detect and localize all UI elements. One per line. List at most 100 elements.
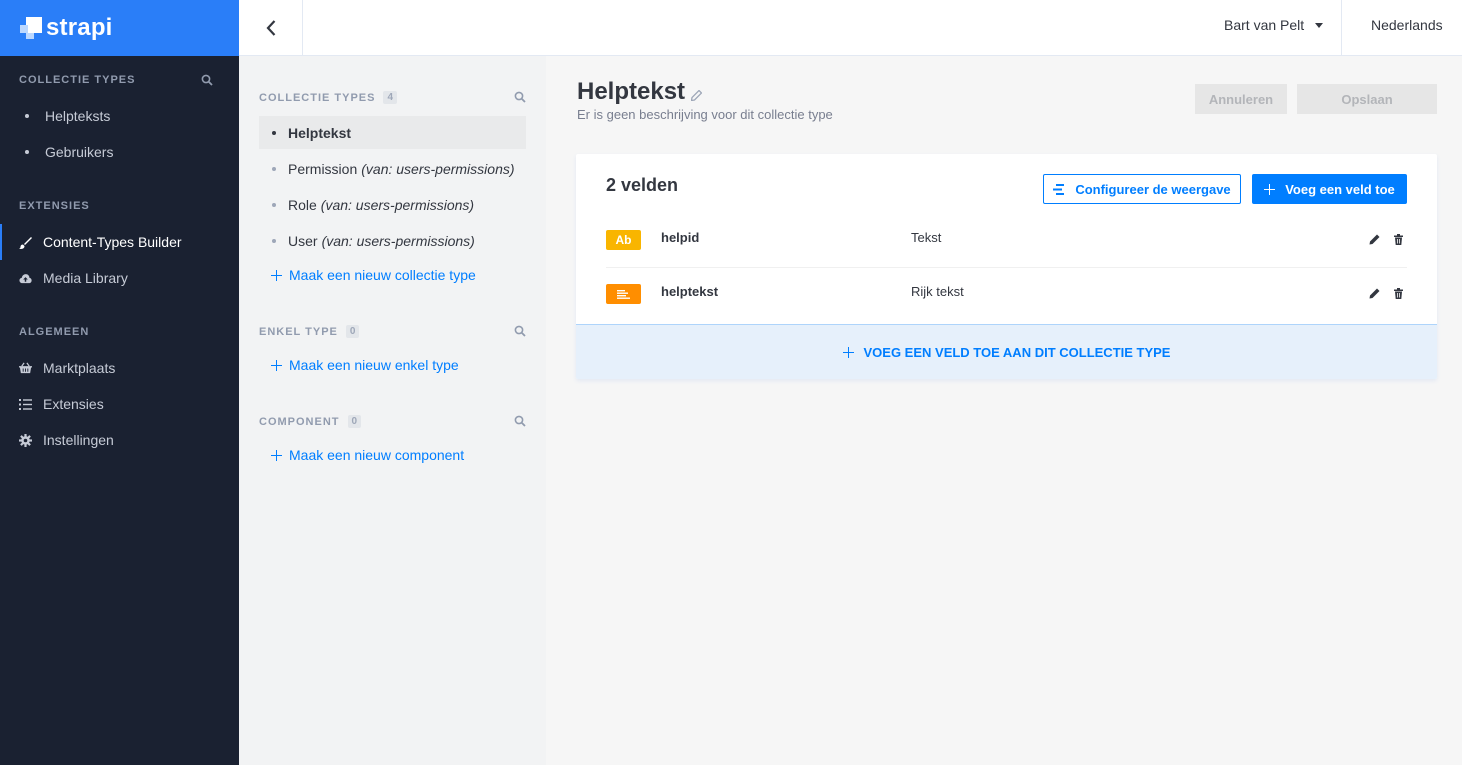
add-field-button[interactable]: Voeg een veld toe <box>1252 174 1407 204</box>
subnav-item-role[interactable]: Role (van: users-permissions) <box>259 188 526 221</box>
item-source: (van: users-permissions) <box>321 232 475 249</box>
nav-section-extensions: EXTENSIES <box>19 200 90 212</box>
section-title: ENKEL TYPE <box>259 325 338 338</box>
field-row[interactable]: helptekst Rijk tekst <box>606 268 1407 322</box>
add-field-footer-button[interactable]: VOEG EEN VELD TOE AAN DIT COLLECTIE TYPE <box>576 324 1437 379</box>
paint-brush-icon <box>19 236 32 249</box>
page-title: Helptekst <box>577 78 703 106</box>
nav-item-marktplaats[interactable]: Marktplaats <box>0 350 239 386</box>
trash-icon[interactable] <box>1393 288 1404 299</box>
text-field-icon: Ab <box>606 230 641 250</box>
bullet-icon <box>272 130 276 135</box>
nav-section-collection-types: COLLECTIE TYPES <box>19 74 136 86</box>
bullet-icon <box>25 150 29 154</box>
button-label: Voeg een veld toe <box>1285 181 1395 197</box>
language-switcher[interactable]: Nederlands <box>1371 17 1443 33</box>
item-source: (van: users-permissions) <box>361 160 515 177</box>
pencil-icon[interactable] <box>691 89 703 101</box>
item-label: Permission <box>288 160 358 177</box>
page-title-text: Helptekst <box>577 78 686 105</box>
cancel-button[interactable]: Annuleren <box>1195 84 1287 114</box>
save-button[interactable]: Opslaan <box>1297 84 1437 114</box>
item-label: User <box>288 232 318 249</box>
nav-item-gebruikers[interactable]: Gebruikers <box>0 134 239 170</box>
field-name: helpid <box>661 230 700 245</box>
nav-item-label: Helpteksts <box>45 108 111 124</box>
back-button[interactable] <box>239 0 303 56</box>
strapi-logo-icon <box>20 17 42 39</box>
link-label: Maak een nieuw component <box>289 447 465 463</box>
subnav-section-components: COMPONENT 0 <box>259 415 362 428</box>
page-description: Er is geen beschrijving voor dit collect… <box>577 107 833 122</box>
search-icon[interactable] <box>514 325 526 337</box>
subnav-item-permission[interactable]: Permission (van: users-permissions) <box>259 152 526 185</box>
nav-item-label: Gebruikers <box>45 144 114 160</box>
search-icon[interactable] <box>201 74 213 86</box>
section-title: COLLECTIE TYPES <box>259 91 376 104</box>
subnav-section-collection-types: COLLECTIE TYPES 4 <box>259 91 398 104</box>
nav-item-label: Media Library <box>43 270 128 286</box>
section-title: COMPONENT <box>259 415 340 428</box>
add-single-type-link[interactable]: Maak een nieuw enkel type <box>271 357 459 373</box>
configure-view-button[interactable]: Configureer de weergave <box>1043 174 1241 204</box>
caret-down-icon <box>1315 22 1324 28</box>
trash-icon[interactable] <box>1393 234 1404 245</box>
nav-item-media-library[interactable]: Media Library <box>0 260 239 296</box>
add-collection-type-link[interactable]: Maak een nieuw collectie type <box>271 267 476 283</box>
count-badge: 0 <box>345 325 360 338</box>
cloud-upload-icon <box>19 272 32 285</box>
item-source: (van: users-permissions) <box>320 196 475 213</box>
link-label: Maak een nieuw collectie type <box>289 267 476 283</box>
rich-text-icon <box>606 284 641 304</box>
nav-item-label: Extensies <box>43 396 104 412</box>
nav-item-instellingen[interactable]: Instellingen <box>0 422 239 458</box>
nav-item-extensies[interactable]: Extensies <box>0 386 239 422</box>
plus-icon <box>842 346 854 358</box>
configure-icon <box>1053 183 1065 195</box>
field-type: Tekst <box>911 230 942 245</box>
count-badge: 0 <box>347 415 362 428</box>
nav-item-label: Marktplaats <box>43 360 116 376</box>
brand-logo[interactable]: strapi <box>0 0 239 56</box>
brand-name: strapi <box>46 14 113 41</box>
plus-icon <box>271 359 282 371</box>
pencil-icon[interactable] <box>1369 234 1380 245</box>
bullet-icon <box>272 166 276 171</box>
link-label: Maak een nieuw enkel type <box>289 357 459 373</box>
bullet-icon <box>25 114 29 118</box>
subnav-item-helptekst[interactable]: Helptekst <box>259 116 526 149</box>
fields-card: 2 velden Configureer de weergave Voeg ee… <box>576 154 1437 379</box>
bullet-icon <box>272 238 276 243</box>
nav-item-content-types-builder[interactable]: Content-Types Builder <box>0 224 239 260</box>
gear-icon <box>19 433 32 447</box>
nav-item-helpteksts[interactable]: Helpteksts <box>0 98 239 134</box>
left-navigation: strapi COLLECTIE TYPES Helpteksts Gebrui… <box>0 0 239 765</box>
field-type: Rijk tekst <box>911 284 964 299</box>
chevron-left-icon <box>265 20 275 36</box>
plus-icon <box>271 269 282 281</box>
bullet-icon <box>272 202 276 207</box>
top-header: Bart van Pelt Nederlands <box>239 0 1462 56</box>
list-icon <box>19 398 32 411</box>
pencil-icon[interactable] <box>1369 288 1380 299</box>
item-label: Role <box>288 196 317 213</box>
item-label: Helptekst <box>288 124 352 141</box>
search-icon[interactable] <box>514 91 526 103</box>
add-component-link[interactable]: Maak een nieuw component <box>271 447 464 463</box>
plus-icon <box>271 449 282 461</box>
content-types-subnav: COLLECTIE TYPES 4 Helptekst Permission (… <box>239 56 546 765</box>
button-label: Configureer de weergave <box>1075 181 1231 197</box>
footer-label: VOEG EEN VELD TOE AAN DIT COLLECTIE TYPE <box>863 344 1171 360</box>
user-name: Bart van Pelt <box>1224 17 1305 33</box>
field-name: helptekst <box>661 284 719 299</box>
nav-item-label: Instellingen <box>43 432 114 448</box>
field-row[interactable]: Ab helpid Tekst <box>606 214 1407 268</box>
plus-icon <box>1264 183 1276 195</box>
search-icon[interactable] <box>514 415 526 427</box>
nav-section-general: ALGEMEEN <box>19 326 90 338</box>
shopping-basket-icon <box>19 362 32 375</box>
subnav-section-single-types: ENKEL TYPE 0 <box>259 325 360 338</box>
user-menu[interactable]: Bart van Pelt <box>1224 17 1324 33</box>
subnav-item-user[interactable]: User (van: users-permissions) <box>259 224 526 257</box>
header-divider <box>1341 0 1342 56</box>
